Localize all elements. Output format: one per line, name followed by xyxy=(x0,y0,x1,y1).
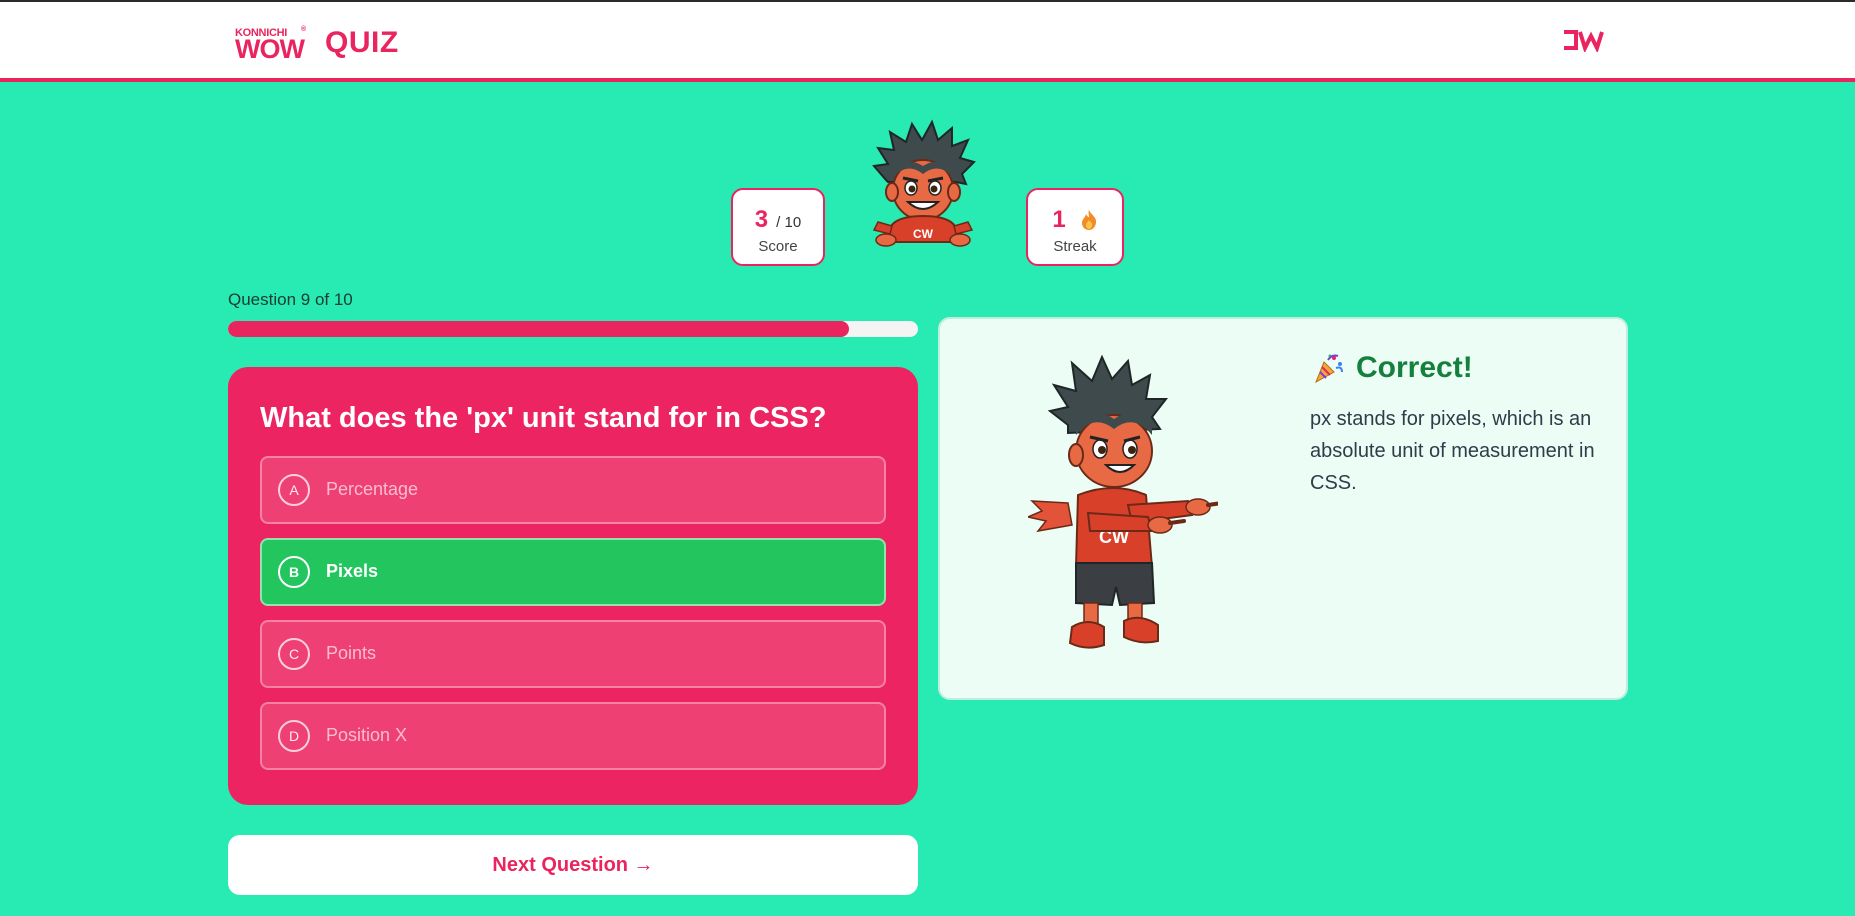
score-total: / 10 xyxy=(776,214,802,231)
score-value-row: 3 / 10 xyxy=(733,206,823,234)
flame-icon xyxy=(1081,210,1096,230)
score-label: Score xyxy=(758,238,798,255)
answer-option-a[interactable]: A Percentage xyxy=(260,455,886,524)
mascot-pointing-icon: CW xyxy=(1028,355,1218,649)
konnichiwow-logo: KONNICHI WOW ® xyxy=(235,26,307,64)
brand[interactable]: KONNICHI WOW ® QUIZ xyxy=(235,26,399,64)
feedback-card: CW Correct! px stands for pixels, which … xyxy=(938,317,1628,700)
score-value: 3 xyxy=(754,206,769,233)
feedback-header: Correct! xyxy=(1312,351,1473,385)
party-popper-icon xyxy=(1315,354,1343,384)
logo-big-text: WOW xyxy=(235,34,305,64)
cw-logo-icon[interactable] xyxy=(1562,28,1604,52)
option-letter: C xyxy=(278,637,310,670)
app-title: QUIZ xyxy=(325,26,399,59)
option-letter: B xyxy=(278,555,310,588)
logo-trademark: ® xyxy=(301,26,307,33)
next-question-button[interactable]: Next Question → xyxy=(228,835,918,895)
score-card: 3 / 10 Score xyxy=(731,188,825,266)
option-letter: D xyxy=(278,719,310,752)
question-counter: Question 9 of 10 xyxy=(228,290,353,309)
option-label: Pixels xyxy=(326,561,379,582)
question-card: What does the 'px' unit stand for in CSS… xyxy=(228,367,918,805)
streak-label: Streak xyxy=(1053,238,1097,255)
progress-bar xyxy=(228,321,918,337)
streak-value: 1 xyxy=(1052,206,1066,233)
streak-value-row: 1 xyxy=(1028,206,1122,234)
feedback-title: Correct! xyxy=(1356,351,1473,384)
question-text: What does the 'px' unit stand for in CSS… xyxy=(260,402,827,434)
mascot-peeking-icon: CW xyxy=(872,119,976,247)
streak-card: 1 Streak xyxy=(1026,188,1124,266)
answer-option-d[interactable]: D Position X xyxy=(260,701,886,770)
feedback-text: px stands for pixels, which is an absolu… xyxy=(1310,408,1595,494)
option-label: Position X xyxy=(326,725,408,746)
option-label: Percentage xyxy=(326,479,419,500)
header-bar: KONNICHI WOW ® QUIZ xyxy=(0,0,1855,82)
svg-text:CW: CW xyxy=(913,227,934,241)
answer-option-c[interactable]: C Points xyxy=(260,619,886,688)
progress-fill xyxy=(228,321,849,337)
option-letter: A xyxy=(278,473,310,506)
option-label: Points xyxy=(326,643,377,664)
answer-option-b[interactable]: B Pixels xyxy=(260,537,886,606)
